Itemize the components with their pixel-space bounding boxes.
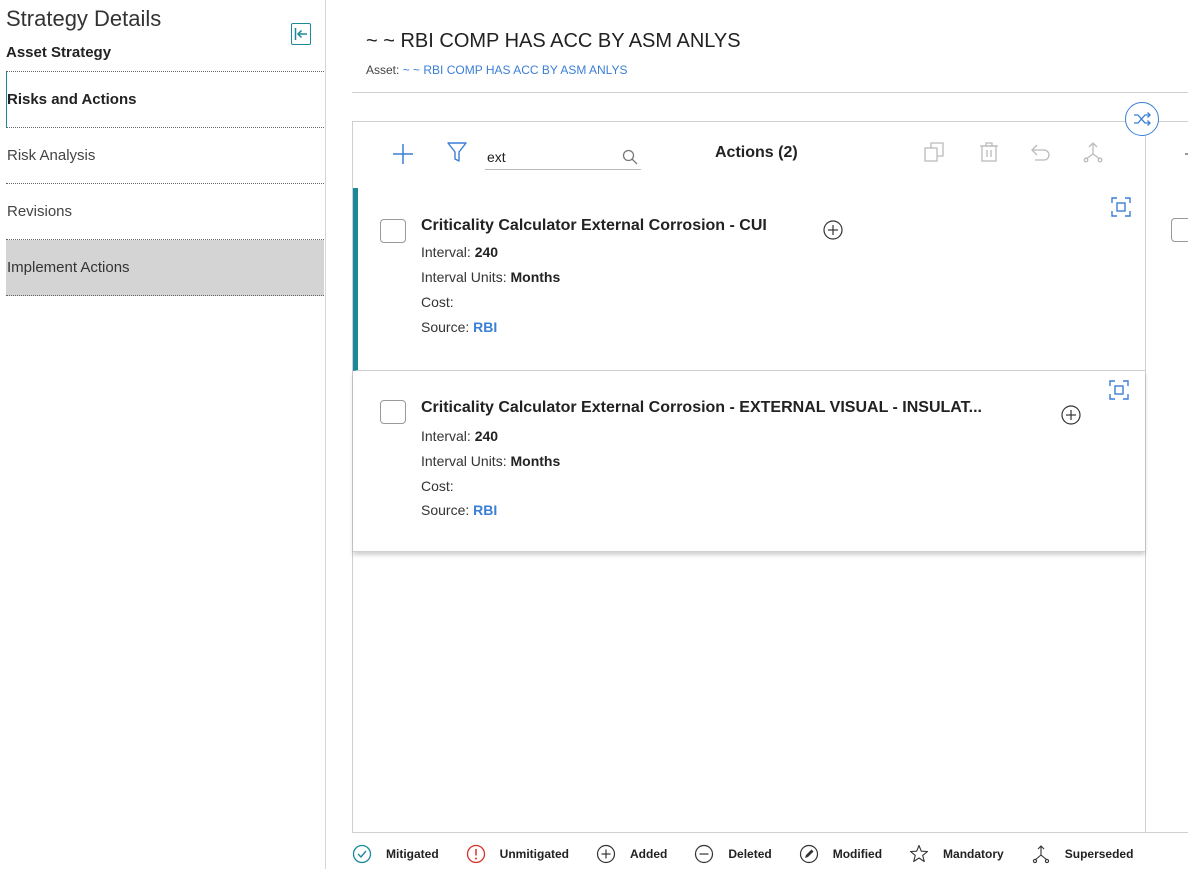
sidebar-item-label: Risks and Actions <box>7 91 137 108</box>
sidebar-item-risks-and-actions[interactable]: Risks and Actions <box>6 72 324 128</box>
action-interval: Interval: 240 <box>421 244 498 260</box>
source-link[interactable]: RBI <box>473 319 497 335</box>
page-title: ~ ~ RBI COMP HAS ACC BY ASM ANLYS <box>366 30 741 52</box>
copy-button[interactable] <box>922 140 946 164</box>
action-checkbox[interactable] <box>380 219 406 243</box>
action-interval: Interval: 240 <box>421 428 498 444</box>
add-action-button[interactable] <box>391 142 415 166</box>
sidebar-item-label: Implement Actions <box>7 259 130 276</box>
supersede-icon <box>1032 845 1049 864</box>
header-divider <box>352 92 1188 93</box>
actions-count-title: Actions (2) <box>715 144 798 161</box>
legend-item-modified: Modified <box>799 844 882 864</box>
action-source: Source: RBI <box>421 319 497 335</box>
search-icon[interactable] <box>621 148 639 166</box>
legend-label: Superseded <box>1064 847 1134 861</box>
sidebar-title: Strategy Details <box>6 6 162 31</box>
trash-icon <box>980 142 998 162</box>
action-cost: Cost: <box>421 478 454 494</box>
source-label: Source: <box>421 502 470 518</box>
undo-icon <box>1031 144 1050 161</box>
search-box <box>485 146 641 170</box>
legend-label: Mandatory <box>943 847 1004 861</box>
undo-button[interactable] <box>1029 140 1053 164</box>
minus-circle-icon <box>695 844 714 864</box>
adjacent-pane-checkbox[interactable] <box>1171 218 1188 242</box>
legend-label: Added <box>630 847 668 861</box>
legend-item-superseded: Superseded <box>1031 844 1134 864</box>
asset-link[interactable]: ~ ~ RBI COMP HAS ACC BY ASM ANLYS <box>403 63 628 77</box>
cost-label: Cost: <box>421 478 454 494</box>
sidebar-nav: Risks and Actions Risk Analysis Revision… <box>6 72 324 296</box>
delete-button[interactable] <box>977 140 1001 164</box>
exclamation-circle-icon <box>466 844 485 864</box>
sidebar-item-risk-analysis[interactable]: Risk Analysis <box>6 128 324 184</box>
interval-value: 240 <box>474 428 499 444</box>
legend-item-unmitigated: Unmitigated <box>466 844 569 864</box>
search-input[interactable] <box>487 146 607 168</box>
legend-item-added: Added <box>596 844 667 864</box>
check-circle-icon <box>352 844 372 864</box>
action-source: Source: RBI <box>421 502 497 518</box>
interval-units-label: Interval Units: <box>421 269 507 285</box>
plus-circle-icon <box>596 844 616 864</box>
asset-label: Asset: <box>366 63 400 77</box>
shuffle-icon <box>1134 112 1151 126</box>
supersede-icon <box>1083 142 1103 163</box>
shuffle-button[interactable] <box>1125 102 1159 136</box>
legend-item-deleted: Deleted <box>694 844 772 864</box>
supersede-button[interactable] <box>1081 140 1105 164</box>
legend-item-mitigated: Mitigated <box>352 844 439 864</box>
expand-icon[interactable] <box>1110 196 1132 218</box>
status-legend: Mitigated Unmitigated Added Deleted Modi… <box>352 842 1133 866</box>
sidebar: Strategy Details Asset Strategy Risks an… <box>0 0 326 869</box>
action-title: Criticality Calculator External Corrosio… <box>421 217 767 234</box>
action-title: Criticality Calculator External Corrosio… <box>421 399 982 416</box>
asset-breadcrumb: Asset: ~ ~ RBI COMP HAS ACC BY ASM ANLYS <box>366 63 627 77</box>
action-interval-units: Interval Units: Months <box>421 453 560 469</box>
interval-label: Interval: <box>421 244 471 260</box>
add-circle-icon[interactable] <box>1060 404 1082 426</box>
action-cost: Cost: <box>421 294 454 310</box>
legend-label: Unmitigated <box>499 847 570 861</box>
sidebar-subtitle: Asset Strategy <box>6 44 112 61</box>
interval-units-value: Months <box>510 453 561 469</box>
sidebar-item-label: Revisions <box>7 203 73 220</box>
source-link[interactable]: RBI <box>473 502 497 518</box>
plus-icon <box>393 144 413 164</box>
legend-label: Modified <box>832 847 883 861</box>
action-checkbox[interactable] <box>380 400 406 424</box>
collapse-left-icon <box>294 28 307 40</box>
star-icon <box>909 844 929 863</box>
legend-label: Deleted <box>728 847 772 861</box>
expand-icon[interactable] <box>1108 379 1130 401</box>
pencil-circle-icon <box>799 844 818 864</box>
collapse-sidebar-button[interactable] <box>291 23 311 45</box>
source-label: Source: <box>421 319 470 335</box>
interval-units-label: Interval Units: <box>421 453 507 469</box>
add-circle-icon[interactable] <box>822 219 844 241</box>
cost-label: Cost: <box>421 294 454 310</box>
actions-toolbar: Actions (2) <box>353 122 1145 188</box>
adjacent-pane <box>1145 121 1188 833</box>
sidebar-item-implement-actions[interactable]: Implement Actions <box>6 240 324 296</box>
filter-button[interactable] <box>445 140 469 164</box>
sidebar-item-label: Risk Analysis <box>7 147 96 164</box>
interval-label: Interval: <box>421 428 471 444</box>
action-interval-units: Interval Units: Months <box>421 269 560 285</box>
sidebar-item-revisions[interactable]: Revisions <box>6 184 324 240</box>
interval-value: 240 <box>474 244 499 260</box>
interval-units-value: Months <box>510 269 561 285</box>
legend-item-mandatory: Mandatory <box>909 844 1004 864</box>
action-card[interactable]: Criticality Calculator External Corrosio… <box>353 371 1145 552</box>
action-card[interactable]: Criticality Calculator External Corrosio… <box>353 188 1145 371</box>
copy-icon <box>924 142 944 162</box>
legend-label: Mitigated <box>386 847 439 861</box>
filter-icon <box>447 142 467 162</box>
actions-pane: Actions (2) <box>352 121 1146 833</box>
